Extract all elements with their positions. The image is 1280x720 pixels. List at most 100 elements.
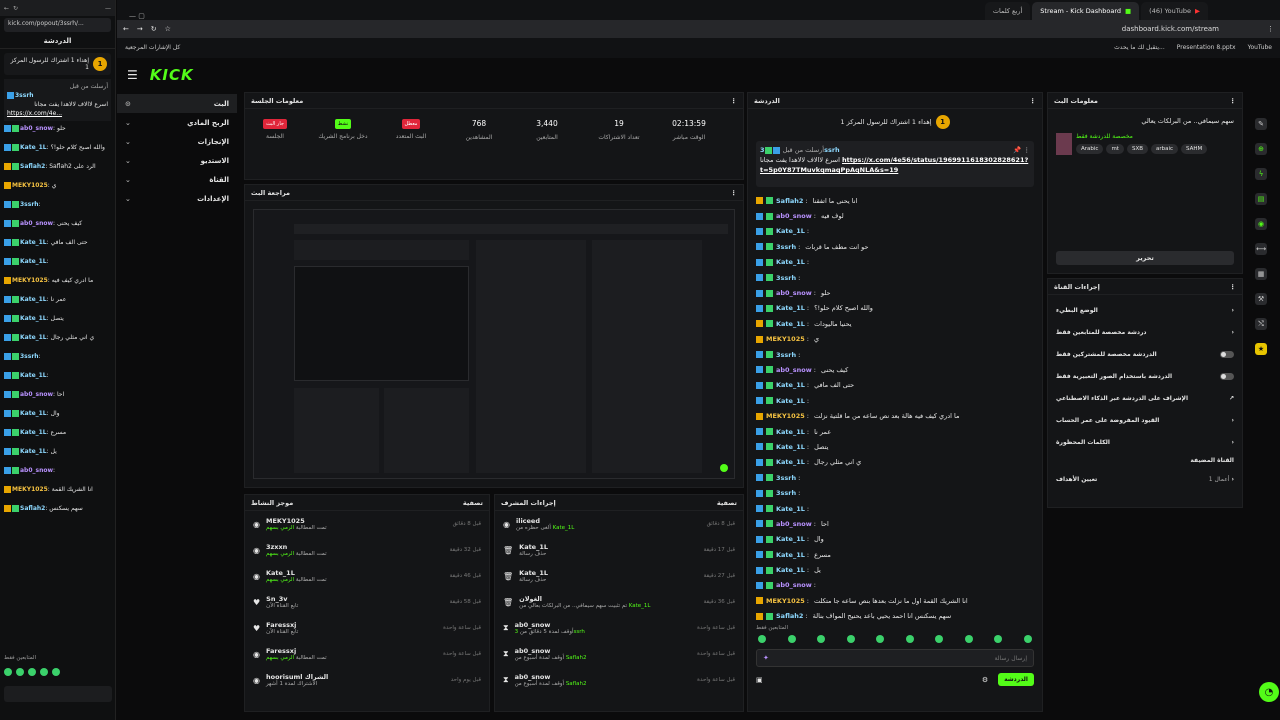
chat-username[interactable]: ab0_snow xyxy=(776,366,812,374)
popout-pinned-link[interactable]: https://x.com/4e... xyxy=(7,109,108,118)
emote-icon[interactable] xyxy=(28,668,36,676)
emote-icon[interactable] xyxy=(935,635,944,643)
chat-message[interactable]: MEKY1025: انا الشريك القمة اول ما نزلت بع… xyxy=(748,593,1042,608)
chat-username[interactable]: ab0_snow xyxy=(776,581,812,589)
list-item[interactable]: ◉ iliceed ألغى حظره من Kate_1L قبل 8 دقائق xyxy=(495,511,743,537)
chat-message[interactable]: 3ssrh: حو انت مطف ما قربات xyxy=(748,239,1042,254)
chevron-right-icon[interactable]: › xyxy=(1232,329,1234,336)
list-item[interactable]: ◉ hoorisuml الشراك الاشتراك لمدة 1 أشهر قب… xyxy=(245,667,489,693)
external-link-icon[interactable]: ↗ xyxy=(1229,395,1234,402)
popout-chat-message[interactable]: Kate_1L: والله اصبح كلام حلو!؟ xyxy=(0,142,115,161)
share-icon[interactable]: ⤭ xyxy=(1255,318,1267,330)
star-icon[interactable]: ☆ xyxy=(165,25,171,33)
popout-url[interactable]: kick.com/popout/3ssrh/... xyxy=(4,18,111,32)
popout-chat-username[interactable]: Kate_1L xyxy=(20,239,47,246)
popout-chat-message[interactable]: ab0_snow: حلو xyxy=(0,123,115,142)
emote-icon[interactable] xyxy=(964,635,973,643)
address-bar[interactable]: dashboard.kick.com/stream xyxy=(179,25,1259,33)
toggle-switch[interactable] xyxy=(1220,350,1234,358)
popout-chat-message[interactable]: MEKY1025: انا الشريك القمة xyxy=(0,484,115,503)
bookmark-all[interactable]: كل الإشارات المرجعية xyxy=(125,44,180,51)
popout-chat-message[interactable]: Kate_1L: يل xyxy=(0,446,115,465)
popout-chat-message[interactable]: ab0_snow: احا xyxy=(0,389,115,408)
channel-action-row[interactable]: الدردشة مخصصة للمشتركين فقط xyxy=(1048,343,1242,365)
menu-icon[interactable]: ⋮ xyxy=(1267,25,1274,33)
chat-message[interactable]: Saflah2: انا يحنى ما اتفقنا xyxy=(748,193,1042,208)
chat-username[interactable]: 3ssrh xyxy=(776,489,796,497)
chat-message[interactable]: MEKY1025: ما ادري كيف فيه هالة بعد نص ساع… xyxy=(748,408,1042,423)
chat-message[interactable]: Kate_1L: xyxy=(748,393,1042,408)
list-item[interactable]: ⧗ ab0_snow أوقف لمدة أسبوع من Saflah2 قبل س… xyxy=(495,641,743,667)
popout-chat-username[interactable]: Kate_1L xyxy=(20,258,47,265)
list-item[interactable]: ◉ Faressxj تمت المطالبة الرمي بسهم قبل ساعة… xyxy=(245,641,489,667)
list-item[interactable]: ◉ 3zxxn تمت المطالبة الرمي بسهم قبل 32 دقيق… xyxy=(245,537,489,563)
support-chat-icon[interactable]: ◔ xyxy=(1259,682,1279,702)
chat-username[interactable]: Kate_1L xyxy=(776,258,805,266)
target-icon[interactable]: ⊕ xyxy=(1255,143,1267,155)
popout-chat-username[interactable]: Kate_1L xyxy=(20,448,47,455)
popout-chat-username[interactable]: Kate_1L xyxy=(20,334,47,341)
emote-icon[interactable] xyxy=(40,668,48,676)
popout-pinned-user[interactable]: 3ssrh xyxy=(15,92,34,99)
emote-icon[interactable] xyxy=(1023,635,1032,643)
list-item[interactable]: ◉ Kate_1L تمت المطالبة الرمي بسهم قبل 46 دق… xyxy=(245,563,489,589)
chevron-right-icon[interactable]: › xyxy=(1232,307,1234,314)
chat-message[interactable]: Kate_1L: حتى الف مافي xyxy=(748,378,1042,393)
emote-icon[interactable] xyxy=(905,635,914,643)
popout-chat-username[interactable]: ab0_snow xyxy=(20,125,53,132)
chat-username[interactable]: Kate_1L xyxy=(776,381,805,389)
channel-action-row[interactable]: الكلمات المحظورة › xyxy=(1048,431,1242,453)
more-icon[interactable]: ⋮ xyxy=(731,97,738,105)
chat-message[interactable]: ab0_snow: كيف يحنى xyxy=(748,362,1042,377)
chat-username[interactable]: Kate_1L xyxy=(776,428,805,436)
popout-chat-message[interactable]: Kate_1L: يتصل xyxy=(0,313,115,332)
more-icon[interactable]: ⋮ xyxy=(731,189,738,197)
list-item[interactable]: 🗑 Kate_1L حذف رسالة قبل 27 دقيقة xyxy=(495,563,743,589)
emote-icon[interactable] xyxy=(876,635,885,643)
list-item[interactable]: 🗑 الغولان تم تثبيت سهم سيمافي.. من البرلكا… xyxy=(495,589,743,615)
edit-stream-info-button[interactable]: تحرير xyxy=(1056,251,1234,265)
chat-username[interactable]: Saflah2 xyxy=(776,612,803,620)
channel-action-row[interactable]: دردشة مخصصة للمتابعين فقط › xyxy=(1048,321,1242,343)
chat-username[interactable]: Kate_1L xyxy=(776,551,805,559)
nav-item[interactable]: ⌄ القناة xyxy=(117,170,237,189)
chat-message[interactable]: ab0_snow: احا xyxy=(748,516,1042,531)
emote-icon[interactable] xyxy=(846,635,855,643)
chat-message[interactable]: Kate_1L: عمر نا xyxy=(748,424,1042,439)
popout-chat-username[interactable]: Saflah2 xyxy=(20,163,45,170)
popout-chat-message[interactable]: Kate_1L: xyxy=(0,370,115,389)
popout-chat-message[interactable]: Kate_1L: ي اني مثلي رجال xyxy=(0,332,115,351)
popout-chat-username[interactable]: ab0_snow xyxy=(20,467,53,474)
popout-chat-username[interactable]: MEKY1025 xyxy=(12,182,48,189)
emote-icon[interactable] xyxy=(758,635,766,643)
chat-username[interactable]: 3ssrh xyxy=(776,243,796,251)
emote-picker-icon[interactable]: ✦ xyxy=(763,654,769,662)
more-icon[interactable]: ⋮ xyxy=(1030,97,1037,105)
kick-logo[interactable]: KICK xyxy=(150,66,194,84)
popout-chat-username[interactable]: MEKY1025 xyxy=(12,486,48,493)
chat-message[interactable]: Kate_1L: xyxy=(748,224,1042,239)
chevron-right-icon[interactable]: › xyxy=(1232,439,1234,446)
popout-chat-message[interactable]: Kate_1L: مسرع xyxy=(0,427,115,446)
stream-tag[interactable]: SAHM xyxy=(1181,144,1208,154)
edit-icon[interactable]: ✎ xyxy=(1255,118,1267,130)
chat-message[interactable]: ab0_snow: حلو xyxy=(748,285,1042,300)
chat-username[interactable]: ab0_snow xyxy=(776,520,812,528)
list-item[interactable]: ⧗ ab0_snow أوقف لمدة أسبوع من Saflah2 قبل س… xyxy=(495,667,743,693)
chat-message[interactable]: 3ssrh: xyxy=(748,270,1042,285)
chat-message[interactable]: Kate_1L: وال xyxy=(748,532,1042,547)
chat-username[interactable]: Kate_1L xyxy=(776,566,805,574)
chat-username[interactable]: Kate_1L xyxy=(776,443,805,451)
back-icon[interactable]: ← xyxy=(4,5,9,12)
chat-username[interactable]: Kate_1L xyxy=(776,320,805,328)
bookmark-presentation[interactable]: Presentation 8.pptx xyxy=(1177,44,1236,51)
chat-message[interactable]: Kate_1L: ي اني مثلي رجال xyxy=(748,455,1042,470)
popout-chat-message[interactable]: Kate_1L: حتى الف مافي xyxy=(0,237,115,256)
more-icon[interactable]: ⋮ xyxy=(1230,97,1237,105)
window-controls-icon[interactable]: — ▢ xyxy=(123,12,151,20)
bookmark-x[interactable]: يتقبل لك ما يحدث... xyxy=(1114,44,1165,51)
chat-message[interactable]: ab0_snow: xyxy=(748,578,1042,593)
settings-icon[interactable]: ⚙ xyxy=(982,676,988,684)
minimize-icon[interactable]: — xyxy=(105,5,111,12)
chat-message[interactable]: 3ssrh: xyxy=(748,347,1042,362)
